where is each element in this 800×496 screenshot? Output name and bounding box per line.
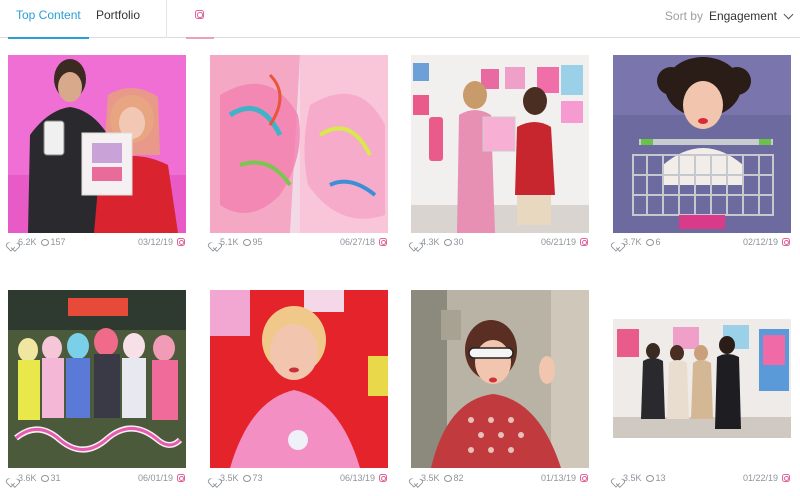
post-stats: 3.5K 13 01/22/19: [613, 472, 791, 484]
chevron-down-icon[interactable]: [783, 9, 794, 19]
post-date: 02/12/19: [742, 237, 778, 247]
likes-count: 6.2K: [18, 237, 37, 247]
heart-icon: [613, 239, 621, 246]
sort-dropdown[interactable]: Engagement: [709, 9, 777, 23]
tab-top-content[interactable]: Top Content: [8, 0, 89, 39]
comments-count: 95: [252, 237, 263, 247]
comment-icon: [40, 474, 49, 482]
heart-icon: [210, 475, 218, 482]
likes-count: 3.5K: [421, 473, 440, 483]
comments-count: 30: [453, 237, 464, 247]
instagram-icon: [379, 474, 387, 482]
post-date: 01/13/19: [540, 473, 576, 483]
post-image[interactable]: [8, 55, 186, 233]
comments-count: 157: [50, 237, 66, 247]
post-date: 01/22/19: [742, 473, 778, 483]
post-date: 06/21/19: [540, 237, 576, 247]
heart-icon: [411, 475, 419, 482]
comments-count: 13: [655, 473, 666, 483]
post-stats: 3.7K 6 02/12/19: [613, 236, 791, 248]
comment-icon: [242, 474, 251, 482]
likes-count: 3.6K: [18, 473, 37, 483]
tab-portfolio[interactable]: Portfolio: [96, 0, 140, 38]
comment-icon: [40, 238, 49, 246]
tab-divider: [166, 0, 167, 38]
instagram-icon: [177, 474, 185, 482]
comments-count: 6: [655, 237, 661, 247]
likes-count: 3.5K: [220, 473, 239, 483]
post-stats: 6.2K 157 03/12/19: [8, 236, 186, 248]
comment-icon: [645, 474, 654, 482]
heart-icon: [210, 239, 218, 246]
comment-icon: [242, 238, 251, 246]
content-tabs-bar: Top Content Portfolio Sort by Engagement: [0, 0, 800, 39]
comments-count: 31: [50, 473, 61, 483]
heart-icon: [8, 475, 16, 482]
post-image[interactable]: [613, 319, 791, 438]
instagram-icon: [580, 238, 588, 246]
post-stats: 3.5K 73 06/13/19: [210, 472, 388, 484]
post-image[interactable]: [411, 290, 589, 468]
instagram-icon: [782, 238, 790, 246]
post-date: 06/27/18: [339, 237, 375, 247]
instagram-icon: [177, 238, 185, 246]
post-image[interactable]: [411, 55, 589, 233]
likes-count: 3.5K: [623, 473, 642, 483]
heart-icon: [411, 239, 419, 246]
sort-control: Sort by Engagement: [664, 9, 794, 23]
post-date: 06/13/19: [339, 473, 375, 483]
post-stats: 3.6K 31 06/01/19: [8, 472, 186, 484]
comment-icon: [645, 238, 654, 246]
likes-count: 5.1K: [220, 237, 239, 247]
likes-count: 4.3K: [421, 237, 440, 247]
likes-count: 3.7K: [623, 237, 642, 247]
post-image[interactable]: [8, 290, 186, 468]
sort-label: Sort by: [664, 9, 703, 23]
comments-count: 73: [252, 473, 263, 483]
post-stats: 4.3K 30 06/21/19: [411, 236, 589, 248]
instagram-icon: [580, 474, 588, 482]
comment-icon: [443, 238, 452, 246]
heart-icon: [8, 239, 16, 246]
post-image[interactable]: [613, 55, 791, 233]
instagram-icon: [782, 474, 790, 482]
instagram-icon: [195, 10, 204, 19]
comment-icon: [443, 474, 452, 482]
post-date: 06/01/19: [137, 473, 173, 483]
post-image[interactable]: [210, 290, 388, 468]
instagram-filter-tab[interactable]: [186, 0, 214, 39]
post-date: 03/12/19: [137, 237, 173, 247]
post-stats: 3.5K 82 01/13/19: [411, 472, 589, 484]
post-stats: 5.1K 95 06/27/18: [210, 236, 388, 248]
post-image[interactable]: [210, 55, 388, 233]
instagram-icon: [379, 238, 387, 246]
heart-icon: [613, 475, 621, 482]
comments-count: 82: [453, 473, 464, 483]
